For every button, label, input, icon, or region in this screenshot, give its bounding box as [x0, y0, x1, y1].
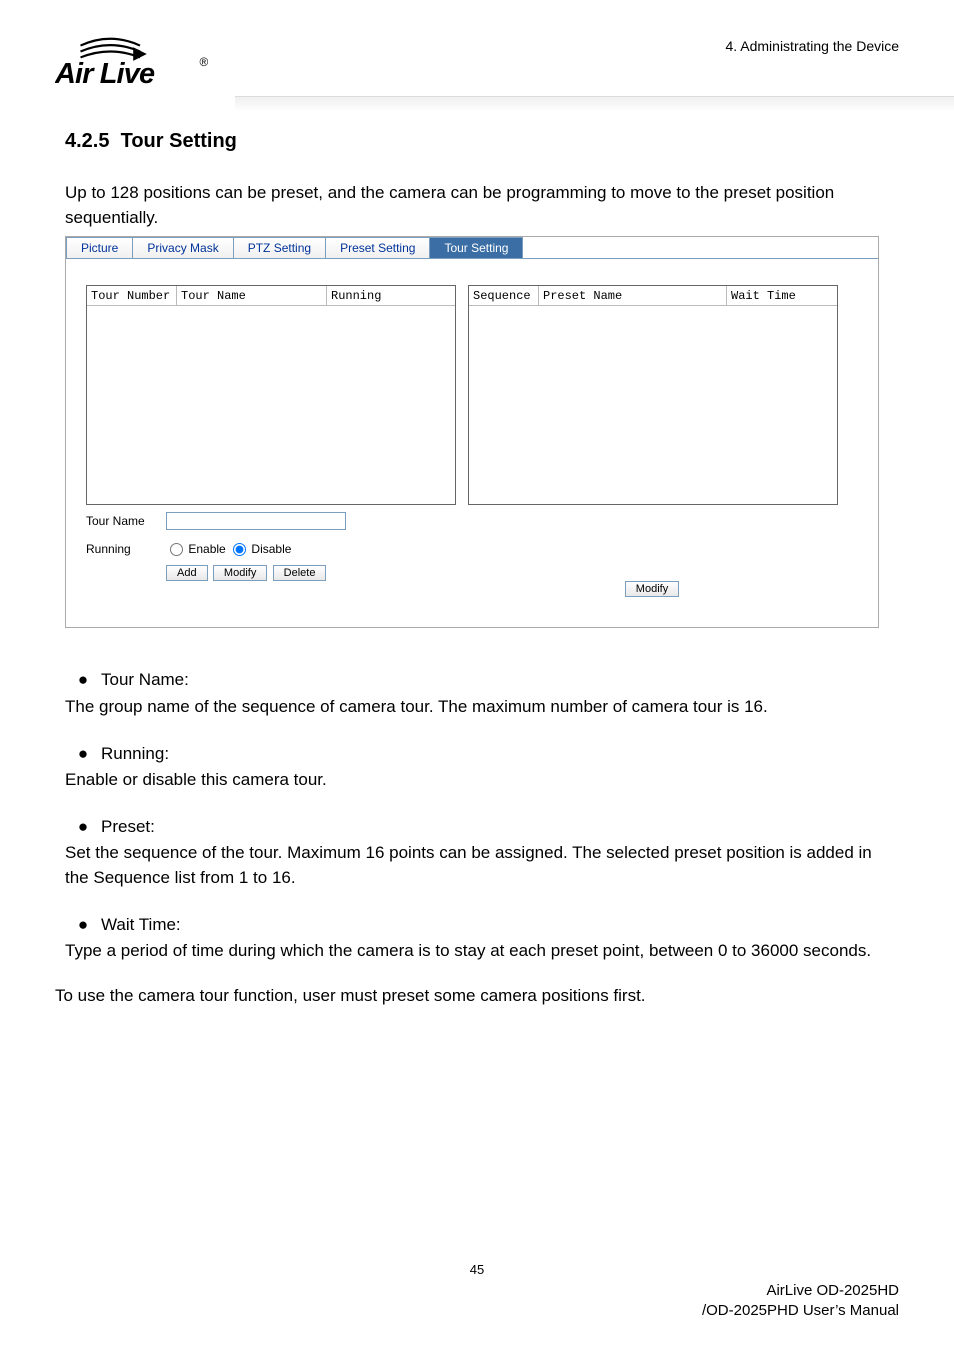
bullet-icon: ●: [65, 913, 101, 938]
col-wait-time: Wait Time: [727, 286, 837, 305]
left-button-row: Add Modify Delete: [166, 565, 456, 581]
delete-button[interactable]: Delete: [273, 565, 327, 581]
tour-name-label: Tour Name: [86, 514, 166, 528]
item-wait-time: ●Wait Time: Type a period of time during…: [65, 913, 879, 964]
modify-seq-button[interactable]: Modify: [625, 581, 679, 597]
left-column: Tour Number Tour Name Running Tour Name …: [86, 285, 456, 597]
running-label: Running: [86, 542, 166, 556]
section-intro: Up to 128 positions can be preset, and t…: [65, 181, 879, 230]
tab-privacy[interactable]: Privacy Mask: [132, 237, 233, 258]
item-running: ●Running: Enable or disable this camera …: [65, 742, 879, 793]
col-preset-name: Preset Name: [539, 286, 727, 305]
item-desc: Enable or disable this camera tour.: [65, 768, 879, 793]
item-desc: Set the sequence of the tour. Maximum 16…: [65, 841, 879, 890]
header-divider: [235, 96, 954, 110]
tab-picture[interactable]: Picture: [66, 237, 133, 258]
tab-preset[interactable]: Preset Setting: [325, 237, 430, 258]
enable-text: Enable: [188, 542, 225, 556]
running-enable-option[interactable]: Enable: [166, 542, 226, 556]
item-preset: ●Preset: Set the sequence of the tour. M…: [65, 815, 879, 891]
bullet-icon: ●: [65, 742, 101, 767]
running-row: Running Enable Disable: [86, 537, 456, 561]
tour-name-input[interactable]: [166, 512, 346, 530]
disable-text: Disable: [251, 542, 291, 556]
col-tour-number: Tour Number: [87, 286, 177, 305]
item-tour-name: ●Tour Name: The group name of the sequen…: [65, 668, 879, 719]
tour-list-grid[interactable]: Tour Number Tour Name Running: [86, 285, 456, 505]
item-label: Tour Name:: [101, 668, 189, 693]
page-number: 45: [55, 1262, 899, 1277]
svg-text:Air Live: Air Live: [55, 58, 155, 90]
col-sequence: Sequence: [469, 286, 539, 305]
item-label: Running:: [101, 742, 169, 767]
add-button[interactable]: Add: [166, 565, 208, 581]
footer-line1: AirLive OD-2025HD: [766, 1282, 899, 1299]
brand-logo: Air Live ®: [55, 30, 225, 90]
running-disable-option[interactable]: Disable: [229, 542, 291, 556]
svg-text:®: ®: [199, 55, 208, 69]
tab-ptz[interactable]: PTZ Setting: [233, 237, 326, 258]
item-desc: The group name of the sequence of camera…: [65, 695, 879, 720]
footer-line2: /OD-2025PHD User’s Manual: [702, 1302, 899, 1319]
page-footer: 45 AirLive OD-2025HD /OD-2025PHD User’s …: [0, 1262, 954, 1320]
item-label: Preset:: [101, 815, 155, 840]
right-column: Sequence Preset Name Wait Time Modify: [468, 285, 838, 597]
ui-screenshot: Picture Privacy Mask PTZ Setting Preset …: [65, 236, 879, 628]
definitions-list: ●Tour Name: The group name of the sequen…: [65, 668, 879, 964]
sequence-grid-header: Sequence Preset Name Wait Time: [469, 286, 837, 306]
sequence-grid[interactable]: Sequence Preset Name Wait Time: [468, 285, 838, 505]
bullet-icon: ●: [65, 815, 101, 840]
tour-name-row: Tour Name: [86, 509, 456, 533]
right-button-row: Modify: [468, 581, 838, 597]
tab-bar: Picture Privacy Mask PTZ Setting Preset …: [66, 237, 878, 259]
section-title: Tour Setting: [121, 130, 237, 152]
page-section-label: 4. Administrating the Device: [725, 38, 899, 54]
item-desc: Type a period of time during which the c…: [65, 939, 879, 964]
col-tour-name: Tour Name: [177, 286, 327, 305]
tour-grid-header: Tour Number Tour Name Running: [87, 286, 455, 306]
running-enable-radio[interactable]: [170, 543, 183, 556]
running-disable-radio[interactable]: [233, 543, 246, 556]
bullet-icon: ●: [65, 668, 101, 693]
panel-body: Tour Number Tour Name Running Tour Name …: [66, 259, 878, 607]
page-header: Air Live ® 4. Administrating the Device: [55, 30, 899, 90]
page-content: 4.2.5 Tour Setting Up to 128 positions c…: [55, 130, 899, 1006]
section-number: 4.2.5: [65, 130, 109, 152]
closing-note: To use the camera tour function, user mu…: [55, 986, 879, 1006]
modify-button[interactable]: Modify: [213, 565, 267, 581]
col-running: Running: [327, 286, 455, 305]
tab-tour[interactable]: Tour Setting: [429, 237, 523, 258]
section-heading: 4.2.5 Tour Setting: [65, 130, 879, 153]
footer-right: AirLive OD-2025HD /OD-2025PHD User’s Man…: [55, 1281, 899, 1320]
item-label: Wait Time:: [101, 913, 181, 938]
